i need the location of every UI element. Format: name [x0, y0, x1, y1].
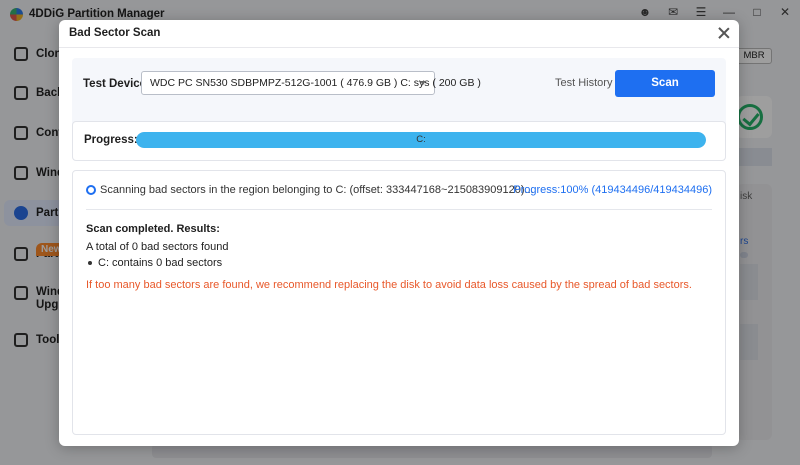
status-circle-icon [86, 185, 96, 195]
close-icon[interactable] [717, 26, 731, 40]
test-history-link[interactable]: Test History [555, 77, 612, 89]
progress-label: Progress: [84, 134, 138, 146]
progress-bar-text: C: [416, 134, 426, 145]
progress-section: Progress: C: [72, 121, 726, 161]
dialog-header: Bad Sector Scan [59, 20, 739, 48]
test-device-label: Test Device: [83, 78, 150, 90]
progress-bar: C: [136, 132, 706, 148]
list-item: C: contains 0 bad sectors [88, 257, 222, 269]
bullet-icon [88, 261, 92, 265]
scan-button[interactable]: Scan [615, 70, 715, 97]
results-section: Scanning bad sectors in the region belon… [72, 170, 726, 435]
results-total: A total of 0 bad sectors found [86, 241, 229, 253]
scan-progress-text: Progress:100% (419434496/419434496) [513, 184, 712, 196]
dialog-title: Bad Sector Scan [69, 27, 161, 39]
results-heading: Scan completed. Results: [86, 223, 220, 235]
test-device-select[interactable]: WDC PC SN530 SDBPMPZ-512G-1001 ( 476.9 G… [141, 71, 481, 95]
chevron-down-icon [420, 81, 426, 85]
divider [86, 209, 712, 210]
list-item-text: C: contains 0 bad sectors [98, 257, 223, 269]
scan-status-text: Scanning bad sectors in the region belon… [100, 184, 534, 196]
selected-device: WDC PC SN530 SDBPMPZ-512G-1001 ( 476.9 G… [150, 77, 481, 89]
bad-sector-scan-dialog: Bad Sector Scan Test Device: WDC PC SN53… [59, 20, 739, 446]
warning-text: If too many bad sectors are found, we re… [86, 279, 692, 291]
device-section: Test Device: WDC PC SN530 SDBPMPZ-512G-1… [72, 58, 726, 129]
